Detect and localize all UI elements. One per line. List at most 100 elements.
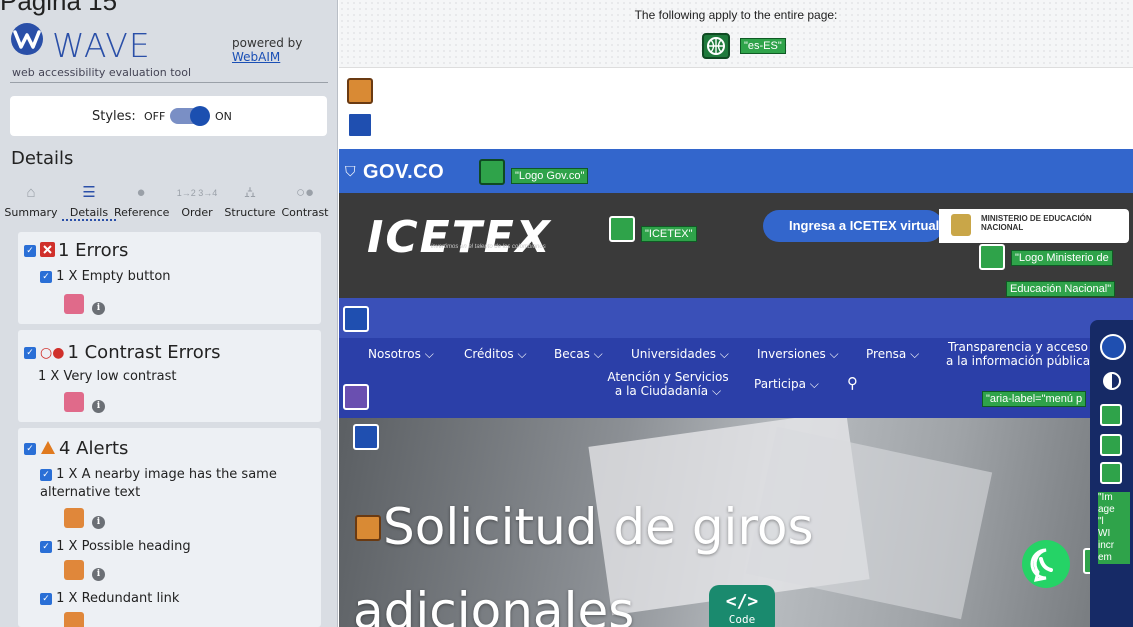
gov-crest-icon: ⛉ (345, 163, 356, 179)
nav-atencion[interactable]: Atención y Servicios a la Ciudadanía ⌵ (603, 370, 733, 398)
region-icon[interactable] (353, 424, 379, 450)
icetex-logo[interactable]: ICETEX (367, 212, 552, 263)
gov-bar (339, 149, 1133, 193)
alert-item-checkbox[interactable]: ✓ (40, 540, 52, 553)
powered-by: powered by WebAIM (232, 36, 302, 64)
gov-logo-tag: "Logo Gov.co" (511, 168, 589, 184)
search-icon[interactable]: ⚲ (847, 374, 858, 392)
nav-prensa[interactable]: Prensa ⌵ (866, 347, 919, 362)
region-icon[interactable] (347, 112, 373, 138)
navigation-icon[interactable] (343, 306, 369, 332)
nav-participa[interactable]: Participa ⌵ (754, 377, 819, 392)
gov-logo[interactable]: GOV.CO (363, 161, 444, 184)
tab-contrast[interactable]: ○● Contrast (278, 180, 332, 224)
order-icon: 1→2 3→4 (176, 188, 218, 198)
whatsapp-icon[interactable] (1022, 540, 1070, 588)
empty-button-icon[interactable] (64, 294, 84, 314)
contrast-toggle-icon[interactable] (1103, 372, 1121, 390)
code-icon[interactable]: </> Code (709, 585, 775, 627)
nav-creditos[interactable]: Créditos ⌵ (464, 347, 527, 362)
ministry-text: MINISTERIO DE EDUCACIÓN NACIONAL (981, 214, 1092, 232)
apply-text: The following apply to the entire page: (634, 8, 838, 22)
contrast-panel: ✓ ○● 1 Contrast Errors 1 X Very low contra… (18, 330, 321, 422)
wave-tagline: web accessibility evaluation tool (12, 66, 192, 79)
nav-label-1: Atención y Servicios (607, 370, 729, 384)
info-icon[interactable]: i (92, 400, 105, 413)
alt-text-icon[interactable] (609, 216, 635, 242)
alert-item-label: 1 X A nearby image has the same alternat… (40, 467, 277, 500)
aria-label-tag: "aria-label="menú p (982, 391, 1087, 407)
alt-text-icon[interactable] (979, 244, 1005, 270)
nav-universidades[interactable]: Universidades ⌵ (631, 347, 729, 362)
contrast-icon: ○● (295, 184, 315, 201)
divider (10, 82, 328, 83)
redundant-link-icon[interactable] (64, 612, 84, 627)
alerts-title: 4 Alerts (59, 438, 129, 459)
icetex-tagline: invertimos en el talento de los colombia… (431, 244, 546, 250)
webaim-link[interactable]: WebAIM (232, 50, 302, 64)
alert-item: ✓ 1 X Possible heading (40, 538, 191, 556)
nav-upper-band (339, 298, 1133, 338)
tab-label: Reference (114, 206, 170, 219)
alt-text-icon[interactable] (479, 159, 505, 185)
possible-heading-icon[interactable] (64, 560, 84, 580)
contrast-checkbox[interactable]: ✓ (24, 347, 36, 359)
rail-tag: "Im (1098, 492, 1113, 503)
errors-title: 1 Errors (58, 240, 129, 261)
info-icon[interactable]: i (92, 302, 105, 315)
contrast-item: 1 X Very low contrast (38, 369, 177, 384)
ministry-crest-icon (951, 214, 971, 236)
language-icon[interactable] (702, 33, 730, 59)
alert-item-label: 1 X Possible heading (56, 539, 191, 554)
alerts-panel: ✓ 4 Alerts ✓ 1 X A nearby image has the s… (18, 428, 321, 627)
contrast-category: ✓ ○● 1 Contrast Errors (24, 342, 221, 363)
aria-label-icon[interactable] (343, 384, 369, 410)
ministry-tag-2: Educación Nacional" (1006, 281, 1116, 297)
alert-item-checkbox[interactable]: ✓ (40, 592, 52, 605)
powered-by-label: powered by (232, 36, 303, 50)
ministry-tag-1: "Logo Ministerio de (1011, 250, 1113, 266)
empty-button-error-icon[interactable] (347, 78, 373, 104)
alert-item-label: 1 X Redundant link (56, 591, 180, 606)
error-item-checkbox[interactable]: ✓ (40, 270, 52, 283)
styles-toggle[interactable] (170, 106, 210, 126)
low-contrast-icon[interactable] (64, 392, 84, 412)
alt-text-icon[interactable] (1100, 404, 1122, 426)
info-icon[interactable]: i (92, 516, 105, 529)
errors-category: ✓ 1 Errors (24, 240, 128, 262)
possible-heading-icon[interactable] (355, 515, 381, 541)
list-icon: ☰ (82, 184, 96, 201)
errors-checkbox[interactable]: ✓ (24, 245, 36, 257)
alert-item-checkbox[interactable]: ✓ (40, 468, 52, 481)
tab-label: Contrast (281, 206, 329, 219)
tab-structure[interactable]: ⛼ Structure (220, 180, 280, 224)
page-preview: The following apply to the entire page: … (339, 0, 1133, 627)
alt-text-icon[interactable] (1100, 462, 1122, 484)
nav-becas[interactable]: Becas ⌵ (554, 347, 603, 362)
ministry-logo[interactable]: MINISTERIO DE EDUCACIÓN NACIONAL (939, 209, 1129, 243)
styles-toggle-box: Styles: OFF ON (10, 96, 327, 136)
info-icon[interactable]: i (92, 568, 105, 581)
alt-text-icon[interactable] (1100, 434, 1122, 456)
hero-title-line1: Solicitud de giros (383, 498, 814, 556)
nav-transparencia[interactable]: Transparencia y acceso a la información … (943, 340, 1093, 368)
tab-details[interactable]: ☰ Details (62, 180, 116, 224)
styles-label: Styles: (92, 109, 136, 124)
tab-order[interactable]: 1→2 3→4 Order (170, 180, 224, 224)
alerts-checkbox[interactable]: ✓ (24, 443, 36, 455)
icetex-tag: "ICETEX" (641, 226, 697, 242)
same-alt-icon[interactable] (64, 508, 84, 528)
icetex-virtual-button[interactable]: Ingresa a ICETEX virtual (763, 210, 943, 242)
tab-label: Details (62, 206, 116, 221)
nav-nosotros[interactable]: Nosotros ⌵ (368, 347, 434, 362)
toggle-knob (190, 106, 210, 126)
structure-icon: ⛼ (244, 184, 256, 201)
tab-reference[interactable]: ● Reference (114, 180, 170, 224)
contrast-error-icon: ○● (40, 345, 65, 361)
accessibility-menu-icon[interactable] (1100, 334, 1126, 360)
code-label: Code (728, 613, 756, 626)
rail-tag: WI (1098, 528, 1111, 539)
nav-inversiones[interactable]: Inversiones ⌵ (757, 347, 839, 362)
wave-brand: WAVE (52, 26, 151, 65)
tab-summary[interactable]: ⌂ Summary (4, 180, 58, 224)
